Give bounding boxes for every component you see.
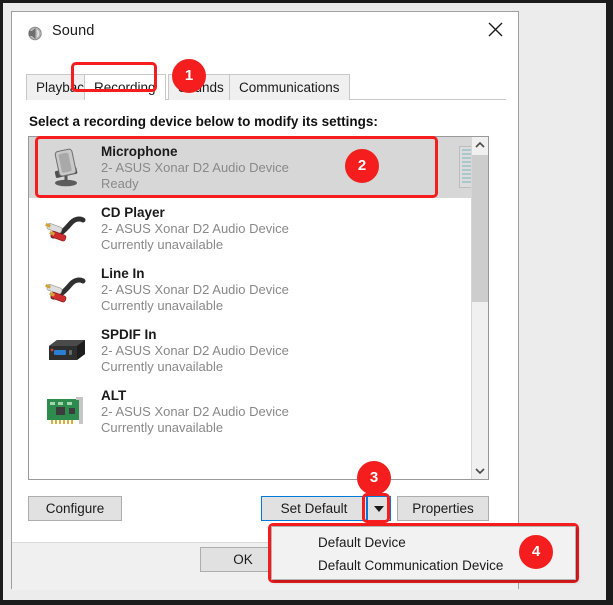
- set-default-dropdown-menu[interactable]: Default Device Default Communication Dev…: [271, 526, 576, 580]
- microphone-icon: [43, 145, 89, 189]
- titlebar: Sound: [12, 12, 518, 54]
- rca-cable-icon: [43, 267, 89, 311]
- device-text-cd-player: CD Player 2- ASUS Xonar D2 Audio Device …: [101, 205, 289, 253]
- close-button[interactable]: [473, 12, 518, 46]
- device-text-spdif-in: SPDIF In 2- ASUS Xonar D2 Audio Device C…: [101, 327, 289, 375]
- scroll-down-button[interactable]: [472, 462, 488, 479]
- device-text-line-in: Line In 2- ASUS Xonar D2 Audio Device Cu…: [101, 266, 289, 314]
- speaker-icon: [26, 25, 43, 42]
- set-default-dropdown-button[interactable]: [367, 496, 391, 521]
- device-row-microphone[interactable]: Microphone 2- ASUS Xonar D2 Audio Device…: [29, 137, 488, 198]
- device-row-cd-player[interactable]: CD Player 2- ASUS Xonar D2 Audio Device …: [29, 198, 488, 259]
- device-name: CD Player: [101, 205, 165, 220]
- menu-item-default-device[interactable]: Default Device: [318, 535, 406, 550]
- configure-button[interactable]: Configure: [28, 496, 122, 521]
- tabstrip: Playback Recording Sounds Communications: [26, 74, 506, 100]
- device-subtitle: 2- ASUS Xonar D2 Audio Device: [101, 404, 289, 419]
- pci-card-icon: [43, 389, 89, 433]
- tab-sounds[interactable]: Sounds: [168, 74, 234, 100]
- menu-item-default-communication-device[interactable]: Default Communication Device: [318, 558, 503, 573]
- screenshot-root: Sound Playback Recording Sounds Communic…: [0, 0, 613, 605]
- device-status: Currently unavailable: [101, 420, 224, 435]
- device-name: Line In: [101, 266, 145, 281]
- close-icon: [488, 22, 503, 37]
- device-status: Currently unavailable: [101, 359, 224, 374]
- device-row-spdif-in[interactable]: SPDIF In 2- ASUS Xonar D2 Audio Device C…: [29, 320, 488, 381]
- device-status: Currently unavailable: [101, 298, 224, 313]
- window-title: Sound: [52, 23, 95, 39]
- scroll-up-button[interactable]: [472, 137, 488, 154]
- device-status: Ready: [101, 176, 139, 191]
- scrollbar-thumb[interactable]: [472, 155, 488, 302]
- instruction-text: Select a recording device below to modif…: [29, 114, 378, 129]
- device-subtitle: 2- ASUS Xonar D2 Audio Device: [101, 282, 289, 297]
- device-list-scrollbar[interactable]: [471, 137, 488, 479]
- rca-cable-icon: [43, 206, 89, 250]
- device-row-alt[interactable]: ALT 2- ASUS Xonar D2 Audio Device Curren…: [29, 381, 488, 442]
- chevron-down-icon: [374, 506, 384, 512]
- device-name: SPDIF In: [101, 327, 157, 342]
- dialog-body: Playback Recording Sounds Communications…: [12, 54, 518, 590]
- device-name: Microphone: [101, 144, 178, 159]
- device-subtitle: 2- ASUS Xonar D2 Audio Device: [101, 221, 289, 236]
- spdif-box-icon: [43, 328, 89, 372]
- device-list[interactable]: Microphone 2- ASUS Xonar D2 Audio Device…: [28, 136, 489, 480]
- set-default-button[interactable]: Set Default: [261, 496, 367, 521]
- device-text-alt: ALT 2- ASUS Xonar D2 Audio Device Curren…: [101, 388, 289, 436]
- device-name: ALT: [101, 388, 127, 403]
- properties-button[interactable]: Properties: [397, 496, 489, 521]
- tab-communications[interactable]: Communications: [229, 74, 350, 100]
- chevron-up-icon: [475, 141, 485, 148]
- device-row-line-in[interactable]: Line In 2- ASUS Xonar D2 Audio Device Cu…: [29, 259, 488, 320]
- device-text-microphone: Microphone 2- ASUS Xonar D2 Audio Device…: [101, 144, 289, 192]
- device-status: Currently unavailable: [101, 237, 224, 252]
- tab-recording[interactable]: Recording: [84, 74, 166, 100]
- sound-dialog: Sound Playback Recording Sounds Communic…: [11, 11, 519, 590]
- device-subtitle: 2- ASUS Xonar D2 Audio Device: [101, 343, 289, 358]
- chevron-down-icon: [475, 468, 485, 475]
- device-subtitle: 2- ASUS Xonar D2 Audio Device: [101, 160, 289, 175]
